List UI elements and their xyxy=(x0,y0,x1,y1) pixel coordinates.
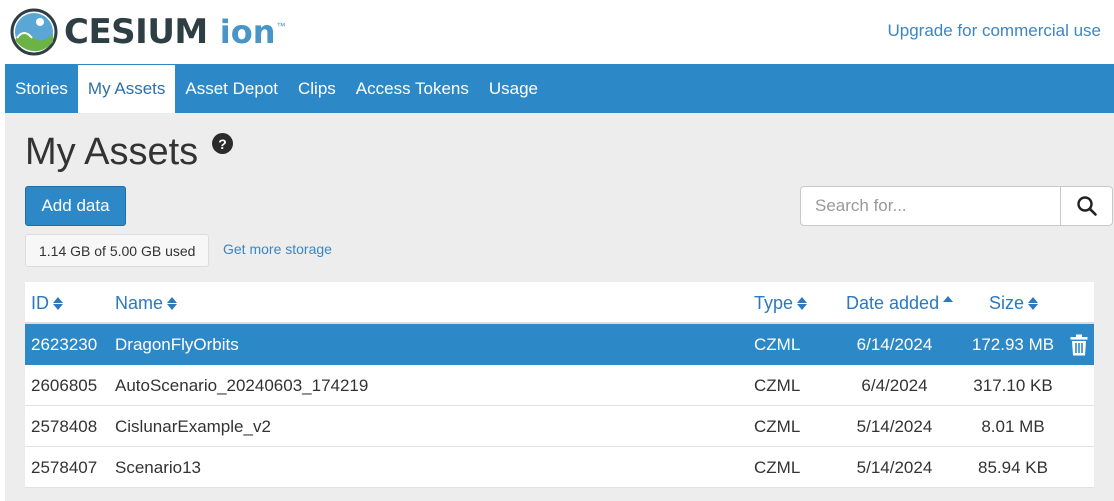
nav-tab-my-assets[interactable]: My Assets xyxy=(77,65,176,113)
sort-both-icon xyxy=(167,296,178,310)
table-header: ID Name Type Date added Size xyxy=(25,282,1094,324)
cell-type: CZML xyxy=(754,416,801,436)
nav-tab-access-tokens[interactable]: Access Tokens xyxy=(346,64,479,113)
cell-id: 2578407 xyxy=(31,457,98,477)
nav-tab-usage[interactable]: Usage xyxy=(479,64,548,113)
cell-name: DragonFlyOrbits xyxy=(115,334,239,354)
column-header-size[interactable]: Size xyxy=(989,282,1039,324)
cell-date-added: 6/4/2024 xyxy=(861,375,928,395)
sort-both-icon xyxy=(797,296,808,310)
cell-size: 172.93 MB xyxy=(971,334,1055,354)
cell-type: CZML xyxy=(754,334,801,354)
table-row[interactable]: 2578407 Scenario13 CZML 5/14/2024 85.94 … xyxy=(25,447,1094,488)
magnifier-icon xyxy=(1076,196,1097,216)
upgrade-link[interactable]: Upgrade for commercial use xyxy=(887,21,1101,41)
cell-id: 2623230 xyxy=(31,334,98,354)
cell-name: Scenario13 xyxy=(115,457,202,477)
assets-page: My Assets ? Add data 1.14 GB of 5.00 GB … xyxy=(5,113,1114,501)
nav-tab-stories[interactable]: Stories xyxy=(5,64,78,113)
sort-both-icon xyxy=(1028,296,1039,310)
column-header-label: Date added xyxy=(846,292,940,313)
assets-table: ID Name Type Date added Size 2623230 Dra… xyxy=(25,282,1094,488)
column-header-type[interactable]: Type xyxy=(754,282,808,324)
top-header: CESIUM ion ™ Upgrade for commercial use xyxy=(0,0,1114,64)
column-header-date-added[interactable]: Date added xyxy=(846,282,954,324)
cell-name: CislunarExample_v2 xyxy=(115,416,271,436)
sort-ascending-icon xyxy=(943,296,954,302)
main-nav: Stories My Assets Asset Depot Clips Acce… xyxy=(5,64,1114,113)
cell-date-added: 6/14/2024 xyxy=(856,334,933,354)
cell-size: 85.94 KB xyxy=(978,457,1048,477)
column-header-label: Name xyxy=(115,292,164,313)
storage-usage-badge: 1.14 GB of 5.00 GB used xyxy=(25,234,210,267)
column-header-label: Type xyxy=(754,292,794,313)
sort-both-icon xyxy=(53,296,63,310)
cell-name: AutoScenario_20240603_174219 xyxy=(115,375,369,395)
add-data-button[interactable]: Add data xyxy=(25,186,126,226)
table-row[interactable]: 2606805 AutoScenario_20240603_174219 CZM… xyxy=(25,365,1094,406)
page-title: My Assets xyxy=(25,131,199,173)
get-more-storage-link[interactable]: Get more storage xyxy=(223,241,332,257)
table-row[interactable]: 2578408 CislunarExample_v2 CZML 5/14/202… xyxy=(25,406,1094,447)
brand-name: CESIUM xyxy=(64,12,208,52)
cell-date-added: 5/14/2024 xyxy=(856,416,933,436)
column-header-label: Size xyxy=(989,292,1025,313)
cesium-ion-logo[interactable]: CESIUM ion ™ xyxy=(10,7,286,57)
column-header-name[interactable]: Name xyxy=(115,282,178,324)
cell-id: 2578408 xyxy=(31,416,98,436)
cell-date-added: 5/14/2024 xyxy=(856,457,933,477)
cell-id: 2606805 xyxy=(31,375,98,395)
search-input[interactable] xyxy=(800,186,1060,226)
search-button[interactable] xyxy=(1060,186,1113,226)
cell-size: 317.10 KB xyxy=(973,375,1053,395)
nav-tab-clips[interactable]: Clips xyxy=(288,64,346,113)
delete-button[interactable] xyxy=(1067,324,1091,365)
cesium-globe-logo-icon xyxy=(10,8,58,56)
cell-type: CZML xyxy=(754,457,801,477)
trademark-mark: ™ xyxy=(276,21,286,31)
help-icon[interactable]: ? xyxy=(212,133,233,154)
search-box xyxy=(800,186,1113,226)
brand-product: ion xyxy=(219,13,276,51)
cell-size: 8.01 MB xyxy=(981,416,1045,436)
table-row[interactable]: 2623230 DragonFlyOrbits CZML 6/14/2024 1… xyxy=(25,324,1094,365)
cell-type: CZML xyxy=(754,375,801,395)
trash-icon xyxy=(1070,334,1088,355)
column-header-label: ID xyxy=(31,292,49,313)
nav-tab-asset-depot[interactable]: Asset Depot xyxy=(175,64,288,113)
column-header-id[interactable]: ID xyxy=(31,282,63,324)
